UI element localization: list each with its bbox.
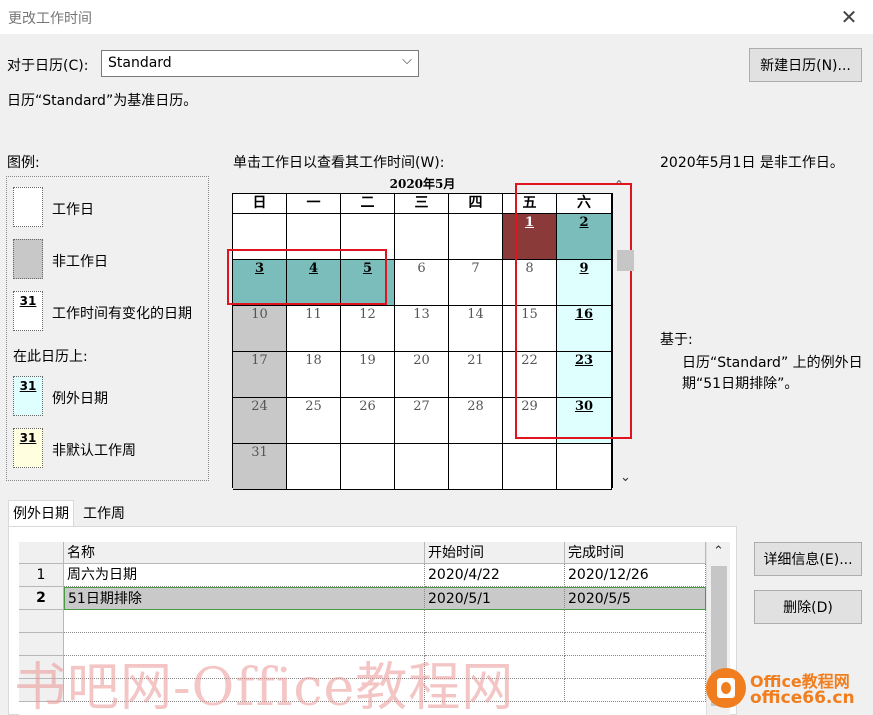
site-logo: Office教程网 office66.cn — [704, 664, 870, 714]
table-cell-empty[interactable] — [565, 679, 706, 702]
calendar-day[interactable]: 20 — [395, 352, 449, 398]
calendar-empty-cell — [395, 214, 449, 260]
calendar-day[interactable]: 10 — [233, 306, 287, 352]
calendar-select[interactable]: Standard ⌵ — [101, 50, 419, 77]
legend-label-changed: 工作时间有变化的日期 — [52, 306, 192, 322]
table-scroll-up-icon[interactable]: ⌃ — [707, 544, 730, 559]
delete-button[interactable]: 删除(D) — [754, 590, 862, 624]
legend-label-nondefault-week: 非默认工作周 — [52, 443, 136, 459]
legend-swatch-working — [13, 187, 43, 227]
legend-swatch-changed: 31 — [13, 291, 43, 331]
legend-label-exception: 例外日期 — [52, 391, 108, 407]
row-number-empty[interactable] — [19, 610, 64, 633]
calendar-for-label: 对于日历(C): — [7, 58, 89, 74]
calendar-empty-cell — [557, 444, 612, 490]
column-header-finish[interactable]: 完成时间 — [565, 542, 706, 564]
column-header-start[interactable]: 开始时间 — [425, 542, 565, 564]
legend-title: 图例: — [7, 155, 40, 171]
table-cell-start[interactable]: 2020/5/1 — [425, 587, 565, 610]
calendar-day[interactable]: 24 — [233, 398, 287, 444]
calendar-day[interactable]: 31 — [233, 444, 287, 490]
table-corner — [19, 542, 64, 564]
weekday-header: 一 — [287, 194, 341, 214]
close-icon[interactable]: ✕ — [836, 4, 862, 30]
calendar-select-value: Standard — [108, 55, 172, 71]
based-on-text: 日历“Standard” 上的例外日期“51日期排除”。 — [682, 355, 863, 392]
legend-swatch-nonworking — [13, 239, 43, 279]
logo-text-line2: office66.cn — [750, 688, 855, 708]
tab-exceptions[interactable]: 例外日期 — [8, 500, 74, 526]
calendar-scroll-down-icon[interactable]: ⌄ — [620, 470, 631, 485]
weekday-header: 二 — [341, 194, 395, 214]
calendar-day[interactable]: 13 — [395, 306, 449, 352]
table-cell-name[interactable]: 周六为日期 — [64, 564, 425, 587]
based-on-label: 基于: — [660, 332, 693, 348]
calendar-day[interactable]: 11 — [287, 306, 341, 352]
calendar-day[interactable]: 18 — [287, 352, 341, 398]
calendar-empty-cell — [287, 444, 341, 490]
calendar-empty-cell — [341, 444, 395, 490]
calendar-scrollbar-thumb[interactable] — [617, 250, 634, 271]
calendar-day[interactable]: 19 — [341, 352, 395, 398]
new-calendar-button[interactable]: 新建日历(N)... — [749, 48, 862, 82]
window-title: 更改工作时间 — [8, 11, 92, 27]
table-cell-empty[interactable] — [565, 656, 706, 679]
calendar-day[interactable]: 28 — [449, 398, 503, 444]
calendar-empty-cell — [449, 444, 503, 490]
calendar-day[interactable]: 25 — [287, 398, 341, 444]
calendar-day[interactable]: 12 — [341, 306, 395, 352]
selected-date-info: 2020年5月1日 是非工作日。 — [660, 155, 844, 171]
base-calendar-note: 日历“Standard”为基准日历。 — [7, 93, 198, 109]
weekday-header: 日 — [233, 194, 287, 214]
chevron-down-icon: ⌵ — [402, 53, 412, 68]
table-cell-finish[interactable]: 2020/5/5 — [565, 587, 706, 610]
legend-label-nonworking: 非工作日 — [52, 254, 108, 270]
calendar-empty-cell — [449, 214, 503, 260]
table-cell-empty[interactable] — [565, 633, 706, 656]
legend-swatch-nondefault-week: 31 — [13, 428, 43, 468]
highlight-box-weekend — [515, 183, 632, 439]
calendar-day[interactable]: 26 — [341, 398, 395, 444]
table-cell-empty[interactable] — [565, 610, 706, 633]
calendar-day[interactable]: 21 — [449, 352, 503, 398]
details-button[interactable]: 详细信息(E)... — [754, 542, 862, 576]
table-cell-empty[interactable] — [425, 610, 565, 633]
legend-on-this-calendar: 在此日历上: — [13, 349, 88, 365]
calendar-empty-cell — [503, 444, 557, 490]
calendar-day[interactable]: 7 — [449, 260, 503, 306]
weekday-header: 三 — [395, 194, 449, 214]
calendar-day[interactable]: 6 — [395, 260, 449, 306]
legend-swatch-exception: 31 — [13, 376, 43, 416]
row-number[interactable]: 2 — [19, 587, 64, 610]
table-cell-name[interactable]: 51日期排除 — [64, 587, 425, 610]
calendar-instruction: 单击工作日以查看其工作时间(W): — [233, 155, 445, 171]
title-bar — [0, 0, 873, 34]
table-cell-finish[interactable]: 2020/12/26 — [565, 564, 706, 587]
calendar-day[interactable]: 27 — [395, 398, 449, 444]
column-header-name[interactable]: 名称 — [64, 542, 425, 564]
highlight-box-weekdays — [227, 249, 387, 305]
calendar-day[interactable]: 14 — [449, 306, 503, 352]
tab-work-weeks[interactable]: 工作周 — [79, 501, 129, 527]
calendar-day[interactable]: 17 — [233, 352, 287, 398]
calendar-empty-cell — [395, 444, 449, 490]
table-cell-empty[interactable] — [64, 610, 425, 633]
row-number[interactable]: 1 — [19, 564, 64, 587]
legend-label-working: 工作日 — [52, 202, 94, 218]
weekday-header: 四 — [449, 194, 503, 214]
watermark-text: 书吧网-Office教程网 — [14, 658, 515, 715]
calendar-scroll-up-icon[interactable]: ⌃ — [614, 178, 624, 192]
table-cell-start[interactable]: 2020/4/22 — [425, 564, 565, 587]
